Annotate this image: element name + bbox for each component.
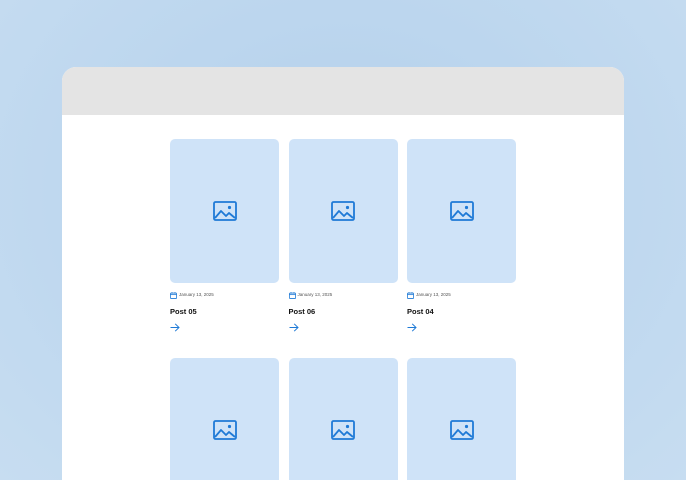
image-placeholder-icon xyxy=(331,201,355,221)
post-thumbnail[interactable] xyxy=(407,139,516,283)
arrow-right-icon xyxy=(289,323,299,332)
post-title[interactable]: Post 06 xyxy=(289,307,398,317)
calendar-icon xyxy=(407,291,414,299)
read-more-link[interactable] xyxy=(289,323,398,335)
post-meta: January 13, 2025 xyxy=(170,291,279,299)
read-more-link[interactable] xyxy=(170,323,279,335)
post-card[interactable]: January 13, 2025 Post 06 xyxy=(288,139,398,358)
post-card[interactable] xyxy=(407,358,516,480)
image-placeholder-icon xyxy=(331,420,355,440)
post-card[interactable] xyxy=(170,358,279,480)
post-thumbnail[interactable] xyxy=(407,358,516,480)
post-grid: January 13, 2025 Post 05 January 13, 202… xyxy=(170,139,516,480)
post-card[interactable]: January 13, 2025 Post 05 xyxy=(170,139,279,358)
post-thumbnail[interactable] xyxy=(288,139,398,283)
calendar-icon xyxy=(288,291,296,299)
window-titlebar xyxy=(62,67,624,115)
post-card[interactable] xyxy=(288,358,398,480)
image-placeholder-icon xyxy=(449,201,474,221)
post-title[interactable]: Post 05 xyxy=(170,307,279,317)
image-placeholder-icon xyxy=(212,420,237,440)
post-thumbnail[interactable] xyxy=(170,139,279,283)
image-placeholder-icon xyxy=(449,420,474,440)
post-meta: January 13, 2025 xyxy=(288,291,398,299)
post-title[interactable]: Post 04 xyxy=(407,307,516,317)
post-date: January 13, 2025 xyxy=(416,291,451,297)
post-date: January 13, 2025 xyxy=(297,291,333,297)
arrow-right-icon xyxy=(407,323,417,332)
post-thumbnail[interactable] xyxy=(288,358,398,480)
post-date: January 13, 2025 xyxy=(179,291,214,297)
image-placeholder-icon xyxy=(212,201,237,221)
post-card[interactable]: January 13, 2025 Post 04 xyxy=(407,139,516,358)
post-thumbnail[interactable] xyxy=(170,358,279,480)
read-more-link[interactable] xyxy=(407,323,516,335)
browser-window: January 13, 2025 Post 05 January 13, 202… xyxy=(62,67,624,480)
calendar-icon xyxy=(170,291,177,299)
arrow-right-icon xyxy=(170,323,180,332)
post-meta: January 13, 2025 xyxy=(407,291,516,299)
